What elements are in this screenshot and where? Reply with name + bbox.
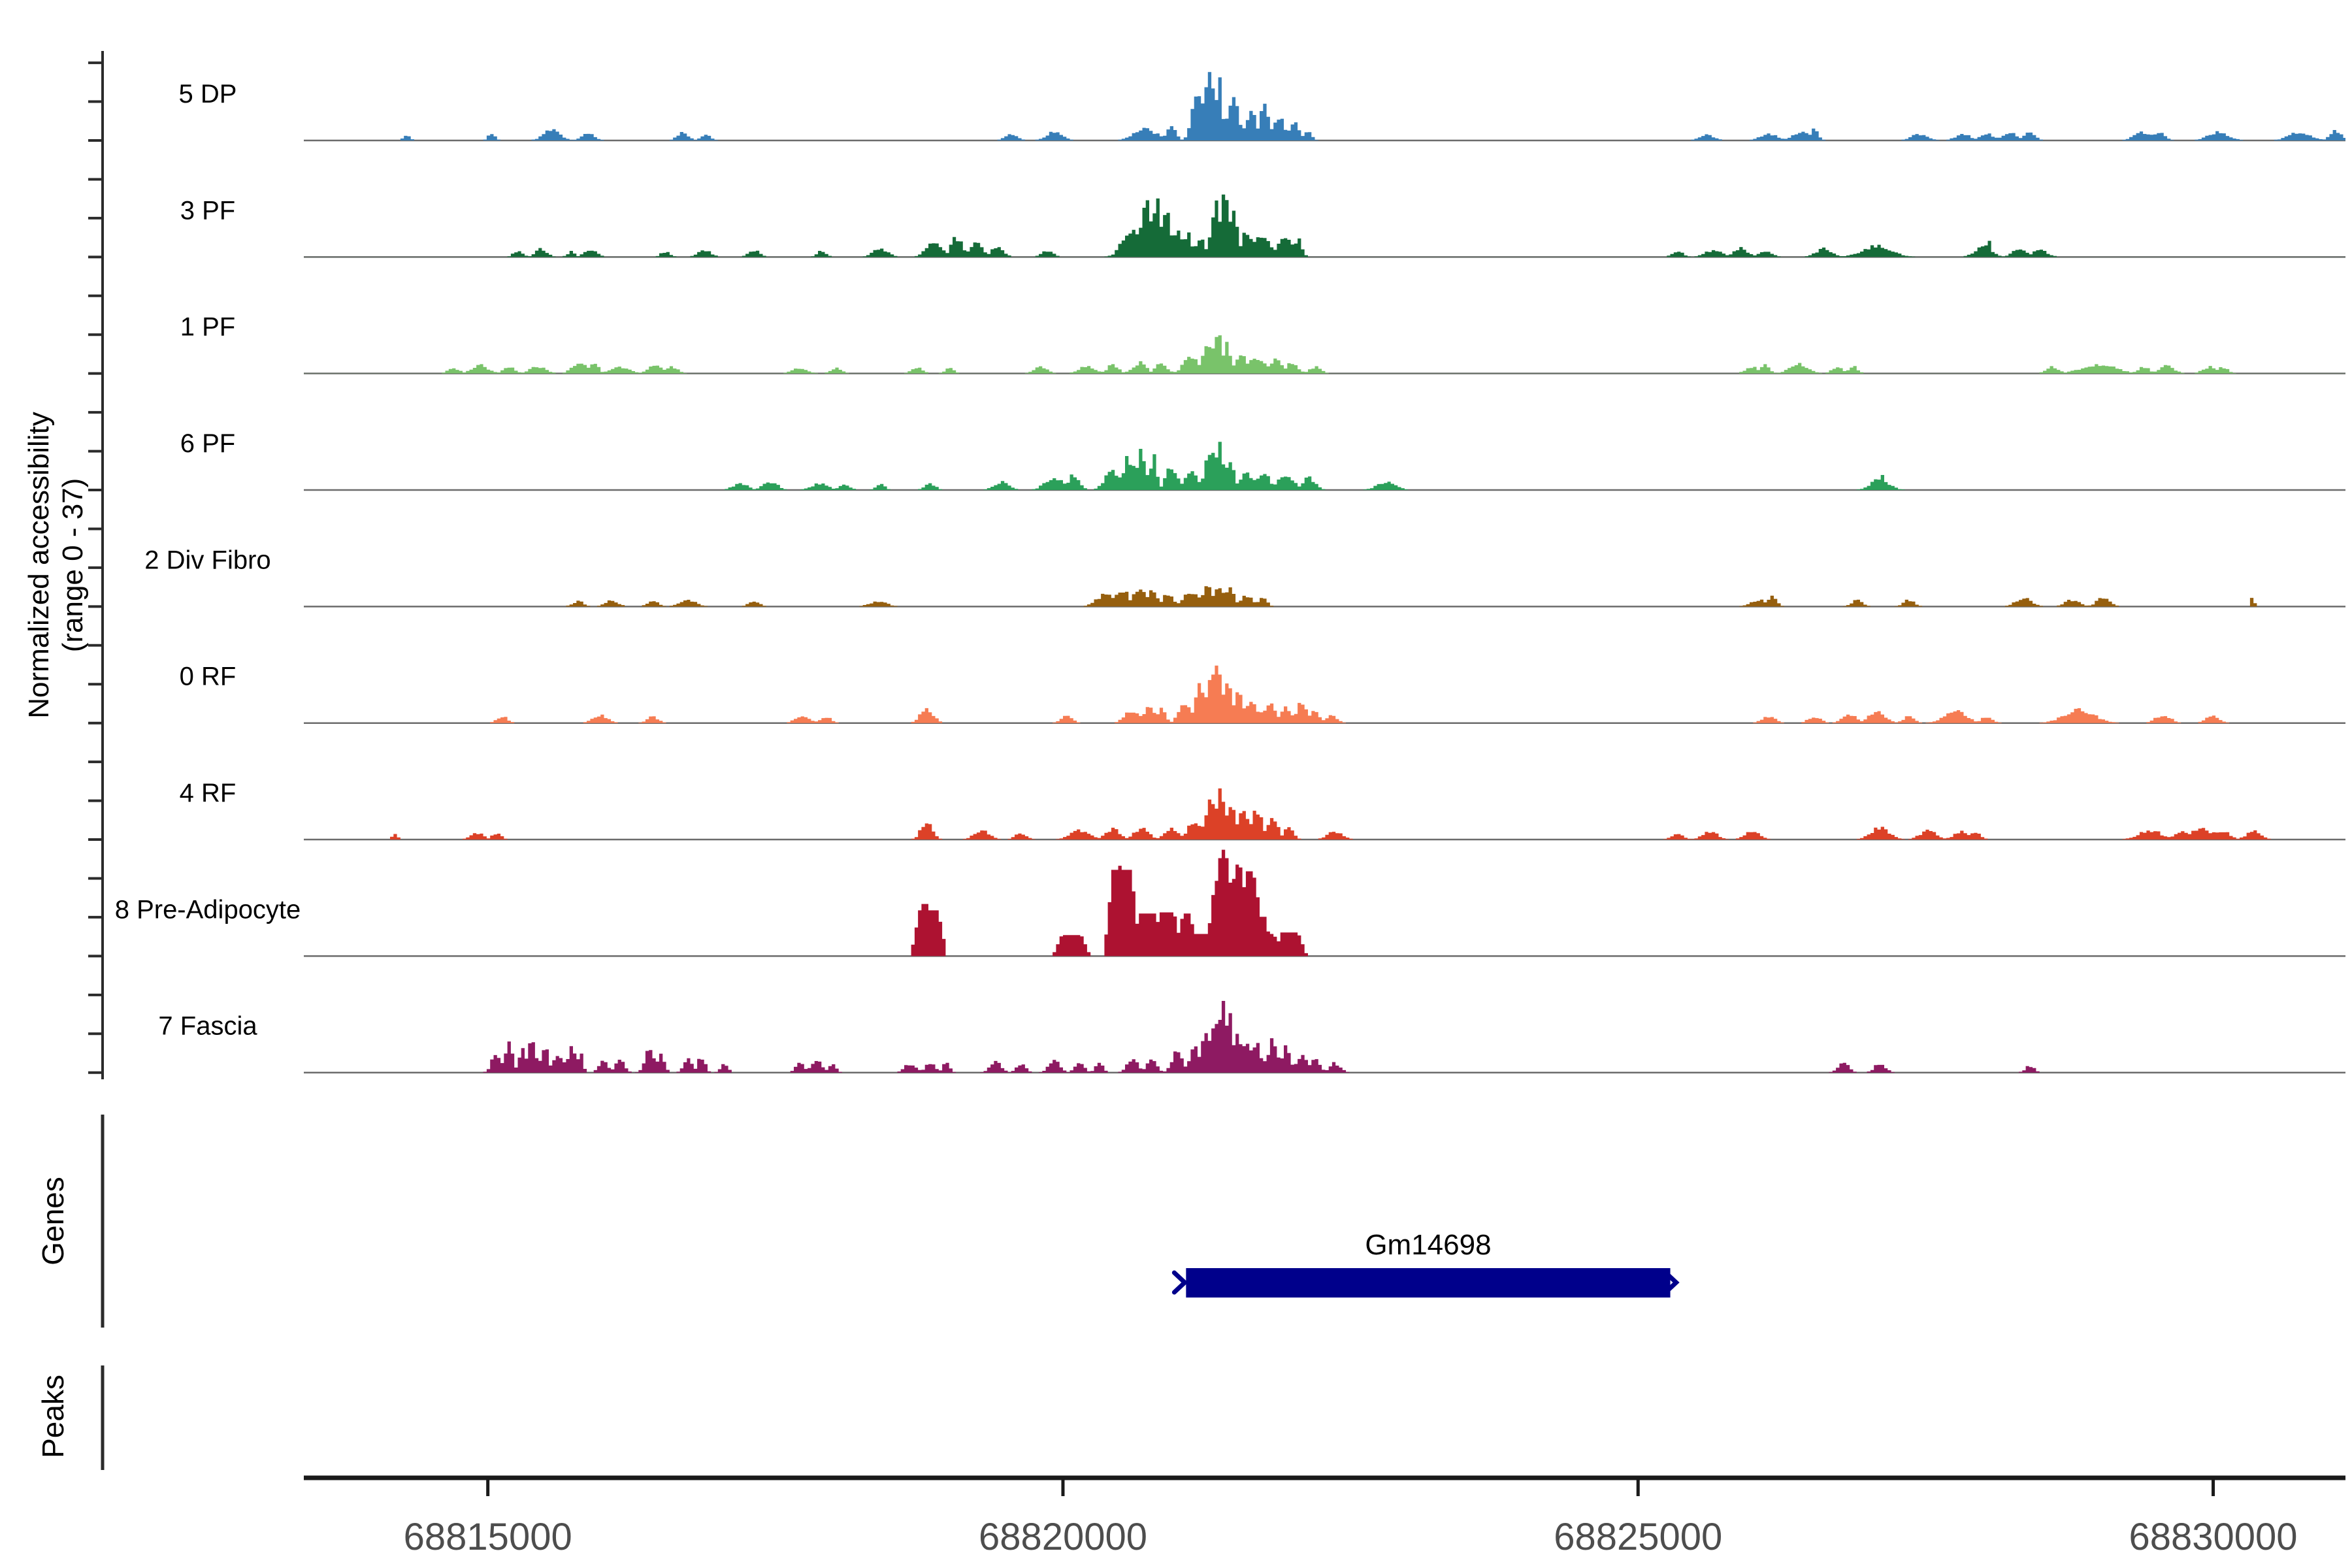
track-label: 5 DP: [179, 80, 237, 108]
track-signal-area: [304, 195, 2345, 257]
y-axis-title-line2: (range 0 - 37): [57, 478, 89, 653]
track-signal-area: [304, 72, 2345, 140]
track-label: 1 PF: [180, 313, 235, 342]
track-signal-area: [304, 666, 2345, 723]
track-label: 2 Div Fibro: [144, 546, 270, 574]
track-signal-area: [304, 850, 2345, 956]
x-axis-ticks: 68815000 68820000 68825000 68830000: [404, 1478, 2298, 1558]
coverage-track: 3 PF: [180, 195, 2345, 257]
x-axis: 68815000688200006882500068830000 chrX po…: [304, 1478, 2345, 1568]
track-label: 4 RF: [180, 779, 237, 808]
x-axis-tick-label: 68820000: [979, 1516, 1147, 1558]
gene: Gm14698: [1174, 1229, 1676, 1298]
coverage-plot-canvas: Normalized accessibility (range 0 - 37) …: [0, 0, 2352, 1568]
track-label: 7 Fascia: [158, 1012, 257, 1041]
gene-strand-arrow-icon: [1174, 1273, 1184, 1292]
peaks-section-axis: Peaks: [36, 1365, 103, 1470]
x-axis-tick-label: 68815000: [404, 1516, 572, 1558]
gene-body-bar: [1186, 1268, 1670, 1298]
track-label: 6 PF: [180, 429, 235, 458]
track-signal-area: [304, 586, 2345, 606]
coverage-track: 1 PF: [180, 313, 2345, 374]
coverage-track: 7 Fascia: [158, 1001, 2345, 1073]
peaks-section-label: Peaks: [36, 1375, 70, 1458]
coverage-tracks: 5 DP 3 PF 1 PF 6 PF 2 Div Fibro 0 RF 4 RF 8 Pre…: [115, 72, 2345, 1073]
gene-annotation-row: Gm14698: [1174, 1229, 1676, 1298]
track-label: 3 PF: [180, 196, 235, 225]
coverage-track: 0 RF: [180, 662, 2345, 723]
coverage-track: 6 PF: [180, 429, 2345, 490]
y-axis-title-line1: Normalized accessibility: [23, 412, 55, 718]
accessibility-y-axis: Normalized accessibility (range 0 - 37): [23, 51, 103, 1079]
track-signal-area: [304, 1001, 2345, 1073]
x-axis-tick-label: 68825000: [1554, 1516, 1722, 1558]
coverage-track: 4 RF: [180, 779, 2345, 840]
y-axis-ticks: [88, 63, 103, 1073]
track-label: 8 Pre-Adipocyte: [115, 895, 301, 924]
gene-name-label: Gm14698: [1365, 1229, 1491, 1261]
genes-section-label: Genes: [36, 1177, 70, 1266]
genes-section-axis: Genes: [36, 1115, 103, 1328]
track-signal-area: [304, 442, 2345, 490]
coverage-track: 5 DP: [179, 72, 2345, 140]
track-label: 0 RF: [180, 662, 237, 691]
x-axis-tick-label: 68830000: [2129, 1516, 2298, 1558]
coverage-track: 8 Pre-Adipocyte: [115, 850, 2345, 956]
coverage-plot-figure: Normalized accessibility (range 0 - 37) …: [0, 0, 2352, 1568]
coverage-track: 2 Div Fibro: [144, 546, 2345, 606]
track-signal-area: [304, 789, 2345, 840]
track-signal-area: [304, 335, 2345, 374]
